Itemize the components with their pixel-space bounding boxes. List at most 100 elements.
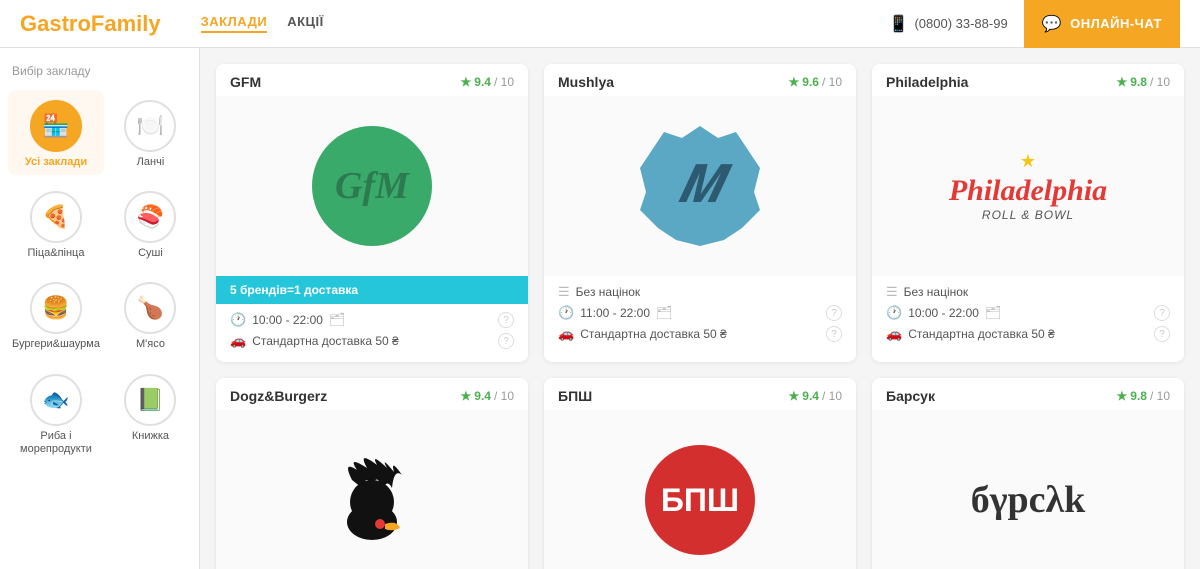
card-gfm-logo: GfM [216, 96, 528, 276]
pizza-icon: 🍕 [30, 191, 82, 243]
sidebar-grid: 🏪 Усі заклади 🍽️ Ланчі 🍕 Піца&пінца 🍣 Су… [8, 90, 191, 462]
card-gfm-hours-row: 🕐 10:00 - 22:00 🗂 ? [230, 312, 514, 328]
card-icon: 🗂 [985, 305, 1002, 321]
sidebar-item-fish[interactable]: 🐟 Риба і морепродукти [8, 364, 104, 462]
header: GastroFamily ЗАКЛАДИ АКЦІЇ 📱 (0800) 33-8… [0, 0, 1200, 48]
dogz-svg [322, 450, 422, 550]
philadelphia-logo-mark: ★ Philadelphia ROLL & BOWL [949, 151, 1107, 222]
lunch-icon: 🍽️ [124, 100, 176, 152]
card-bpsh[interactable]: БПШ ★ 9.4 / 10 БПШ [544, 378, 856, 569]
card-dogz-logo [216, 410, 528, 569]
card-barsuk-logo: бγрсλk [872, 410, 1184, 569]
logo[interactable]: GastroFamily [20, 11, 161, 37]
content-area: GFM ★ 9.4 / 10 GfM 5 брендів=1 доставка … [200, 48, 1200, 569]
sidebar-item-burger[interactable]: 🍔 Бургери&шаурма [8, 272, 104, 357]
philly-text: Philadelphia [949, 174, 1107, 208]
meat-icon: 🍗 [124, 282, 176, 334]
sidebar-item-all[interactable]: 🏪 Усі заклади [8, 90, 104, 175]
card-mushlya-hours: 11:00 - 22:00 [580, 306, 650, 320]
sidebar-item-book[interactable]: 📗 Книжка [110, 364, 191, 462]
card-philadelphia-info: ☰ Без націнок 🕐 10:00 - 22:00 🗂 ? 🚗 Стан… [872, 276, 1184, 355]
card-mushlya-rating: ★ 9.6 / 10 [789, 75, 842, 89]
online-chat-label: ОНЛАЙН-ЧАТ [1070, 16, 1162, 31]
clock-icon: 🕐 [558, 305, 574, 321]
card-philadelphia-delivery: Стандартна доставка 50 ₴ [908, 327, 1055, 341]
meat-label: М'ясо [136, 338, 165, 351]
logo-family: Family [91, 11, 161, 36]
sidebar-item-lunch[interactable]: 🍽️ Ланчі [110, 90, 191, 175]
barsuk-text: бγрсλk [971, 478, 1086, 522]
card-gfm-delivery: Стандартна доставка 50 ₴ [252, 334, 399, 348]
online-chat-button[interactable]: 💬 ОНЛАЙН-ЧАТ [1024, 0, 1180, 48]
nav-tab-zaklady[interactable]: ЗАКЛАДИ [201, 14, 268, 33]
sidebar-item-sushi[interactable]: 🍣 Суші [110, 181, 191, 266]
sidebar-item-pizza[interactable]: 🍕 Піца&пінца [8, 181, 104, 266]
card-bpsh-header: БПШ ★ 9.4 / 10 [544, 378, 856, 410]
sushi-icon: 🍣 [124, 191, 176, 243]
card-mushlya-delivery-row: 🚗 Стандартна доставка 50 ₴ ? [558, 326, 842, 342]
star-icon: ★ [1117, 389, 1128, 403]
card-gfm[interactable]: GFM ★ 9.4 / 10 GfM 5 брендів=1 доставка … [216, 64, 528, 362]
sushi-label: Суші [138, 247, 163, 260]
card-bpsh-rating: ★ 9.4 / 10 [789, 389, 842, 403]
question-icon: ? [826, 305, 842, 321]
delivery-question-icon: ? [498, 333, 514, 349]
fish-label: Риба і морепродукти [12, 430, 100, 456]
nav-tab-akcii[interactable]: АКЦІЇ [287, 14, 324, 33]
sidebar: Вибір закладу 🏪 Усі заклади 🍽️ Ланчі 🍕 П… [0, 48, 200, 569]
card-dogz-rating: ★ 9.4 / 10 [461, 389, 514, 403]
star-icon: ★ [461, 389, 472, 403]
card-gfm-delivery-row: 🚗 Стандартна доставка 50 ₴ ? [230, 333, 514, 349]
card-mushlya-surcharge-row: ☰ Без націнок [558, 284, 842, 300]
philly-star-icon: ★ [1020, 151, 1036, 172]
burger-icon: 🍔 [30, 282, 82, 334]
star-icon: ★ [789, 75, 800, 89]
sidebar-item-meat[interactable]: 🍗 М'ясо [110, 272, 191, 357]
phone-icon: 📱 [889, 14, 909, 34]
card-mushlya-logo: 𝑴 [544, 96, 856, 276]
card-gfm-header: GFM ★ 9.4 / 10 [216, 64, 528, 96]
card-mushlya-hours-row: 🕐 11:00 - 22:00 🗂 ? [558, 305, 842, 321]
delivery-icon: 🚗 [558, 326, 574, 342]
card-mushlya-surcharge: Без націнок [576, 285, 641, 299]
gfm-logo-mark: GfM [312, 126, 432, 246]
card-mushlya-delivery: Стандартна доставка 50 ₴ [580, 327, 727, 341]
card-philadelphia-surcharge-row: ☰ Без націнок [886, 284, 1170, 300]
card-dogz-header: Dogz&Burgerz ★ 9.4 / 10 [216, 378, 528, 410]
card-gfm-hours: 10:00 - 22:00 [252, 313, 323, 327]
list-icon: ☰ [558, 284, 570, 300]
list-icon: ☰ [886, 284, 898, 300]
card-bpsh-logo: БПШ [544, 410, 856, 569]
card-gfm-info: 🕐 10:00 - 22:00 🗂 ? 🚗 Стандартна доставк… [216, 304, 528, 362]
card-barsuk-rating: ★ 9.8 / 10 [1117, 389, 1170, 403]
clock-icon: 🕐 [886, 305, 902, 321]
card-dogz[interactable]: Dogz&Burgerz ★ 9.4 / 10 [216, 378, 528, 569]
card-mushlya[interactable]: Mushlya ★ 9.6 / 10 𝑴 ☰ Без націнок [544, 64, 856, 362]
card-philadelphia-header: Philadelphia ★ 9.8 / 10 [872, 64, 1184, 96]
fish-icon: 🐟 [30, 374, 82, 426]
card-barsuk[interactable]: Барсук ★ 9.8 / 10 бγрсλk [872, 378, 1184, 569]
philly-sub-text: ROLL & BOWL [982, 208, 1074, 222]
card-gfm-rating: ★ 9.4 / 10 [461, 75, 514, 89]
delivery-icon: 🚗 [230, 333, 246, 349]
bpsh-logo-mark: БПШ [645, 445, 755, 555]
main-nav: ЗАКЛАДИ АКЦІЇ [201, 14, 324, 33]
pizza-label: Піца&пінца [27, 247, 84, 260]
card-barsuk-name: Барсук [886, 388, 935, 404]
delivery-question-icon: ? [1154, 326, 1170, 342]
book-label: Книжка [132, 430, 169, 443]
sidebar-title: Вибір закладу [8, 64, 191, 78]
card-philadelphia-delivery-row: 🚗 Стандартна доставка 50 ₴ ? [886, 326, 1170, 342]
all-label: Усі заклади [25, 156, 87, 169]
card-philadelphia[interactable]: Philadelphia ★ 9.8 / 10 ★ Philadelphia R… [872, 64, 1184, 362]
delivery-question-icon: ? [826, 326, 842, 342]
clock-icon: 🕐 [230, 312, 246, 328]
card-philadelphia-name: Philadelphia [886, 74, 968, 90]
card-philadelphia-logo: ★ Philadelphia ROLL & BOWL [872, 96, 1184, 276]
star-icon: ★ [1117, 75, 1128, 89]
card-philadelphia-surcharge: Без націнок [904, 285, 969, 299]
card-dogz-name: Dogz&Burgerz [230, 388, 327, 404]
card-icon: 🗂 [329, 312, 346, 328]
card-gfm-badge: 5 брендів=1 доставка [216, 276, 528, 304]
star-icon: ★ [461, 75, 472, 89]
